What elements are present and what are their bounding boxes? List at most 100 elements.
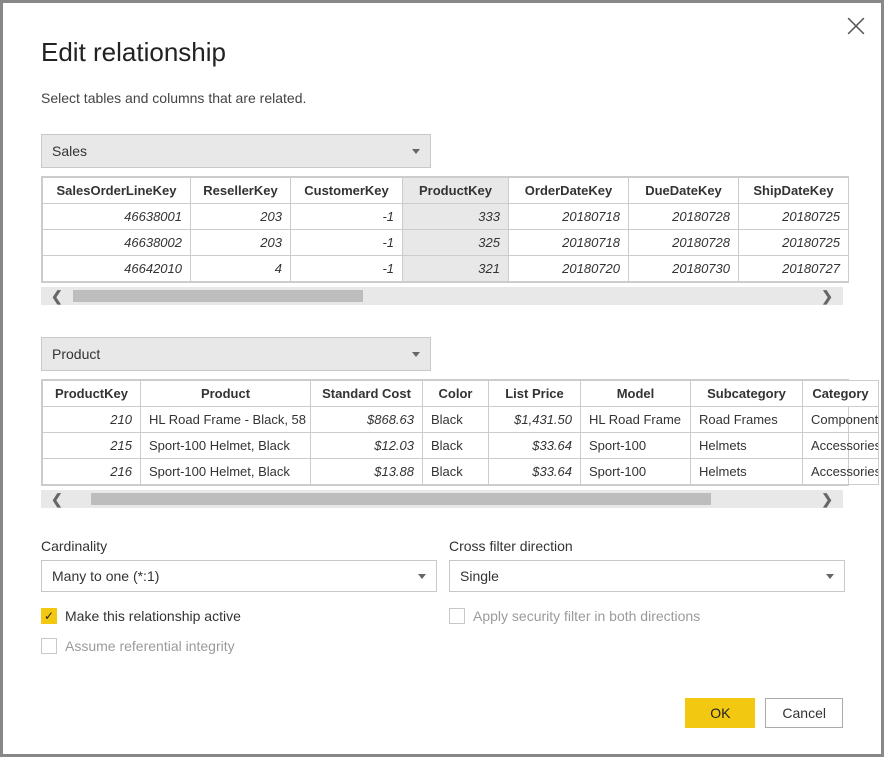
primary-table-grid: SalesOrderLineKeyResellerKeyCustomerKeyP… [41, 176, 849, 283]
table-cell: 20180727 [739, 256, 849, 282]
table-cell: Helmets [691, 433, 803, 459]
scroll-track[interactable] [73, 493, 812, 505]
table-cell: $33.64 [489, 459, 581, 485]
ok-button[interactable]: OK [685, 698, 755, 728]
table-cell: 46638002 [43, 230, 191, 256]
column-header[interactable]: ShipDateKey [739, 178, 849, 204]
table-cell: HL Road Frame - Black, 58 [141, 407, 311, 433]
column-header[interactable]: ResellerKey [191, 178, 291, 204]
column-header[interactable]: ProductKey [403, 178, 509, 204]
cardinality-value: Many to one (*:1) [52, 568, 159, 584]
chevron-left-icon[interactable]: ❮ [45, 491, 69, 508]
chevron-down-icon [418, 574, 426, 579]
column-header[interactable]: Standard Cost [311, 381, 423, 407]
primary-table-scrollbar[interactable]: ❮ ❯ [41, 287, 843, 305]
scroll-track[interactable] [73, 290, 812, 302]
column-header[interactable]: Model [581, 381, 691, 407]
table-row[interactable]: 466420104-1321201807202018073020180727 [43, 256, 849, 282]
table-cell: 20180730 [629, 256, 739, 282]
dialog-title: Edit relationship [41, 37, 843, 68]
table-cell: 210 [43, 407, 141, 433]
scroll-thumb[interactable] [73, 290, 363, 302]
cross-filter-label: Cross filter direction [449, 538, 845, 554]
table-cell: $33.64 [489, 433, 581, 459]
column-header[interactable]: SalesOrderLineKey [43, 178, 191, 204]
table-row[interactable]: 210HL Road Frame - Black, 58$868.63Black… [43, 407, 879, 433]
table-row[interactable]: 216Sport-100 Helmet, Black$13.88Black$33… [43, 459, 879, 485]
dialog-edit-relationship: Edit relationship Select tables and colu… [0, 0, 884, 757]
table-cell: Black [423, 459, 489, 485]
table-cell: 203 [191, 204, 291, 230]
column-header[interactable]: List Price [489, 381, 581, 407]
cross-filter-value: Single [460, 568, 499, 584]
checkbox-security-filter: Apply security filter in both directions [449, 608, 845, 624]
table-cell: Sport-100 [581, 433, 691, 459]
cancel-button[interactable]: Cancel [765, 698, 843, 728]
chevron-left-icon[interactable]: ❮ [45, 288, 69, 305]
column-header[interactable]: ProductKey [43, 381, 141, 407]
column-header[interactable]: Product [141, 381, 311, 407]
close-icon[interactable] [847, 17, 865, 35]
related-table-scrollbar[interactable]: ❮ ❯ [41, 490, 843, 508]
related-table-select[interactable]: Product [41, 337, 431, 371]
table-cell: $13.88 [311, 459, 423, 485]
table-row[interactable]: 46638001203-1333201807182018072820180725 [43, 204, 849, 230]
cross-filter-select[interactable]: Single [449, 560, 845, 592]
table-cell: 203 [191, 230, 291, 256]
table-cell: 46642010 [43, 256, 191, 282]
table-cell: Accessories [803, 459, 879, 485]
table-cell: $1,431.50 [489, 407, 581, 433]
checkbox-referential-integrity-label: Assume referential integrity [65, 638, 235, 654]
table-cell: 325 [403, 230, 509, 256]
checkbox-referential-integrity: Assume referential integrity [41, 638, 437, 654]
related-table-select-value: Product [52, 346, 100, 362]
table-cell: 20180725 [739, 204, 849, 230]
table-cell: 20180728 [629, 204, 739, 230]
column-header[interactable]: Color [423, 381, 489, 407]
column-header[interactable]: DueDateKey [629, 178, 739, 204]
checkbox-make-active[interactable]: ✓ Make this relationship active [41, 608, 437, 624]
cardinality-select[interactable]: Many to one (*:1) [41, 560, 437, 592]
primary-table-select-value: Sales [52, 143, 87, 159]
chevron-right-icon[interactable]: ❯ [815, 288, 839, 305]
chevron-down-icon [412, 149, 420, 154]
table-cell: 20180728 [629, 230, 739, 256]
table-row[interactable]: 46638002203-1325201807182018072820180725 [43, 230, 849, 256]
table-cell: 216 [43, 459, 141, 485]
table-cell: 20180718 [509, 204, 629, 230]
table-cell: Components [803, 407, 879, 433]
chevron-down-icon [826, 574, 834, 579]
table-cell: 333 [403, 204, 509, 230]
table-cell: -1 [291, 256, 403, 282]
column-header[interactable]: Category [803, 381, 879, 407]
chevron-right-icon[interactable]: ❯ [815, 491, 839, 508]
table-cell: Black [423, 407, 489, 433]
column-header[interactable]: CustomerKey [291, 178, 403, 204]
table-cell: -1 [291, 204, 403, 230]
table-cell: 20180725 [739, 230, 849, 256]
chevron-down-icon [412, 352, 420, 357]
related-table-grid: ProductKeyProductStandard CostColorList … [41, 379, 849, 486]
dialog-subtitle: Select tables and columns that are relat… [41, 90, 843, 106]
table-row[interactable]: 215Sport-100 Helmet, Black$12.03Black$33… [43, 433, 879, 459]
cancel-button-label: Cancel [782, 705, 826, 721]
table-cell: $868.63 [311, 407, 423, 433]
cardinality-label: Cardinality [41, 538, 437, 554]
primary-table-select[interactable]: Sales [41, 134, 431, 168]
table-cell: Sport-100 Helmet, Black [141, 459, 311, 485]
checkbox-security-filter-label: Apply security filter in both directions [473, 608, 700, 624]
scroll-thumb[interactable] [91, 493, 711, 505]
ok-button-label: OK [710, 705, 730, 721]
table-cell: Black [423, 433, 489, 459]
table-cell: HL Road Frame [581, 407, 691, 433]
table-cell: 20180720 [509, 256, 629, 282]
check-icon [449, 608, 465, 624]
column-header[interactable]: OrderDateKey [509, 178, 629, 204]
table-cell: 20180718 [509, 230, 629, 256]
column-header[interactable]: Subcategory [691, 381, 803, 407]
table-cell: -1 [291, 230, 403, 256]
table-cell: 215 [43, 433, 141, 459]
table-cell: 46638001 [43, 204, 191, 230]
checkbox-make-active-label: Make this relationship active [65, 608, 241, 624]
table-cell: $12.03 [311, 433, 423, 459]
